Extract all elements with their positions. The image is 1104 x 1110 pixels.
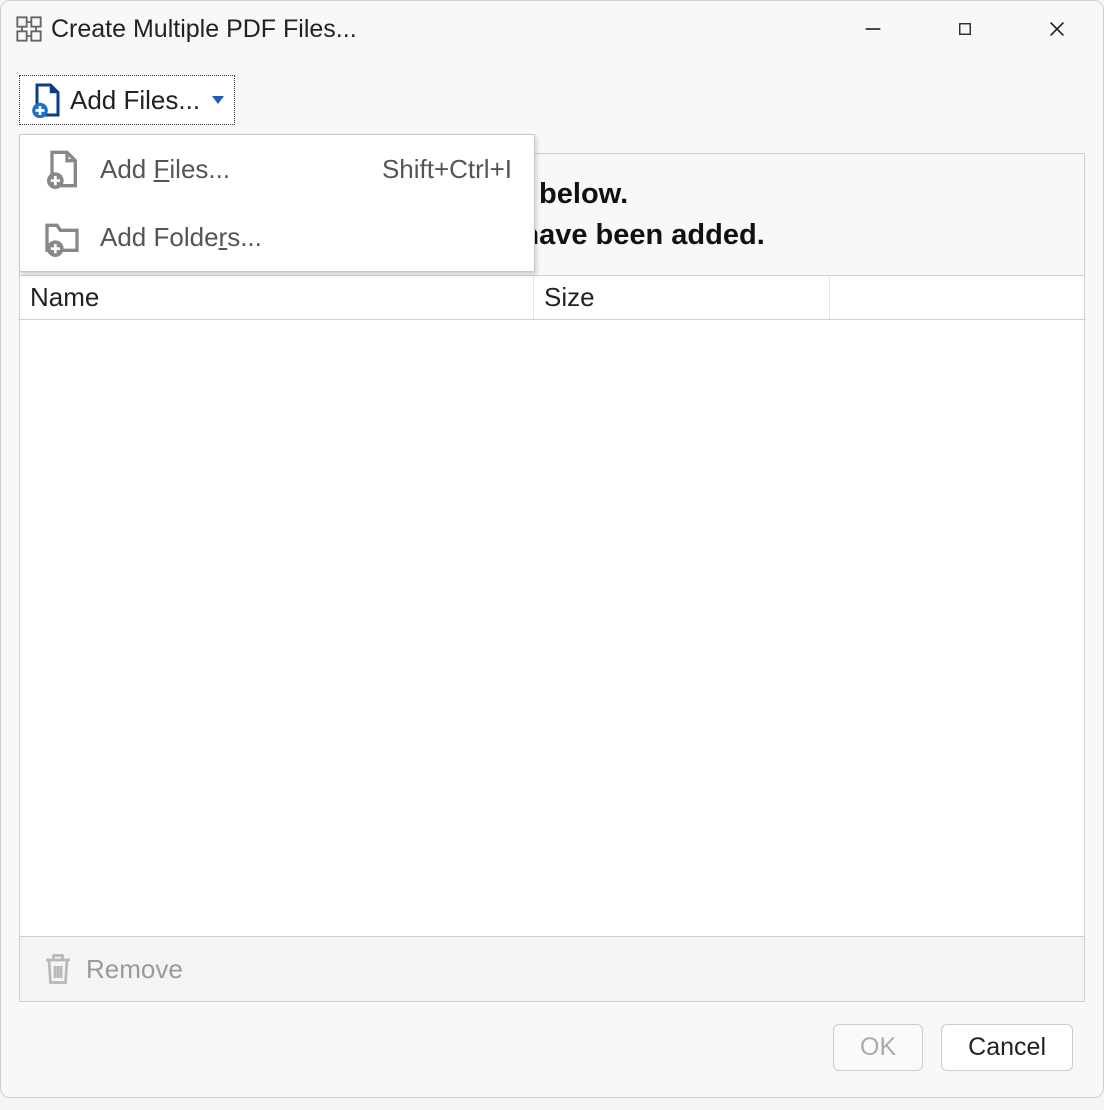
- menu-item-add-files[interactable]: Add Files... Shift+Ctrl+I: [20, 135, 534, 203]
- file-plus-icon: [42, 149, 82, 189]
- table-body: [20, 320, 1084, 936]
- ok-button[interactable]: OK: [833, 1024, 923, 1071]
- dialog-window: Create Multiple PDF Files...: [0, 0, 1104, 1098]
- content-area: Add files to convert them to the list be…: [19, 153, 1085, 1002]
- dialog-footer: OK Cancel: [1, 1002, 1103, 1097]
- trash-icon: [40, 951, 76, 987]
- menu-item-label: Add Folders...: [100, 222, 512, 253]
- column-header-size[interactable]: Size: [534, 276, 830, 319]
- menu-item-shortcut: Shift+Ctrl+I: [382, 154, 512, 185]
- remove-bar: Remove: [20, 936, 1084, 1001]
- add-files-label: Add Files...: [70, 85, 200, 116]
- remove-button[interactable]: Remove: [86, 954, 183, 985]
- toolbar: Add Files...: [1, 57, 1103, 125]
- window-controls: [827, 1, 1103, 57]
- menu-item-label: Add Files...: [100, 154, 382, 185]
- app-icon: [15, 15, 43, 43]
- window-title: Create Multiple PDF Files...: [51, 15, 827, 44]
- table-header: Name Size: [20, 276, 1084, 320]
- maximize-button[interactable]: [919, 1, 1011, 57]
- add-files-button[interactable]: Add Files...: [19, 75, 235, 125]
- close-button[interactable]: [1011, 1, 1103, 57]
- folder-plus-icon: [42, 217, 82, 257]
- titlebar: Create Multiple PDF Files...: [1, 1, 1103, 57]
- add-file-icon: [28, 82, 64, 118]
- cancel-button[interactable]: Cancel: [941, 1024, 1073, 1071]
- minimize-button[interactable]: [827, 1, 919, 57]
- chevron-down-icon: [212, 96, 224, 104]
- add-files-dropdown: Add Files... Shift+Ctrl+I Add Folders...: [19, 134, 535, 272]
- column-header-name[interactable]: Name: [20, 276, 534, 319]
- menu-item-add-folders[interactable]: Add Folders...: [20, 203, 534, 271]
